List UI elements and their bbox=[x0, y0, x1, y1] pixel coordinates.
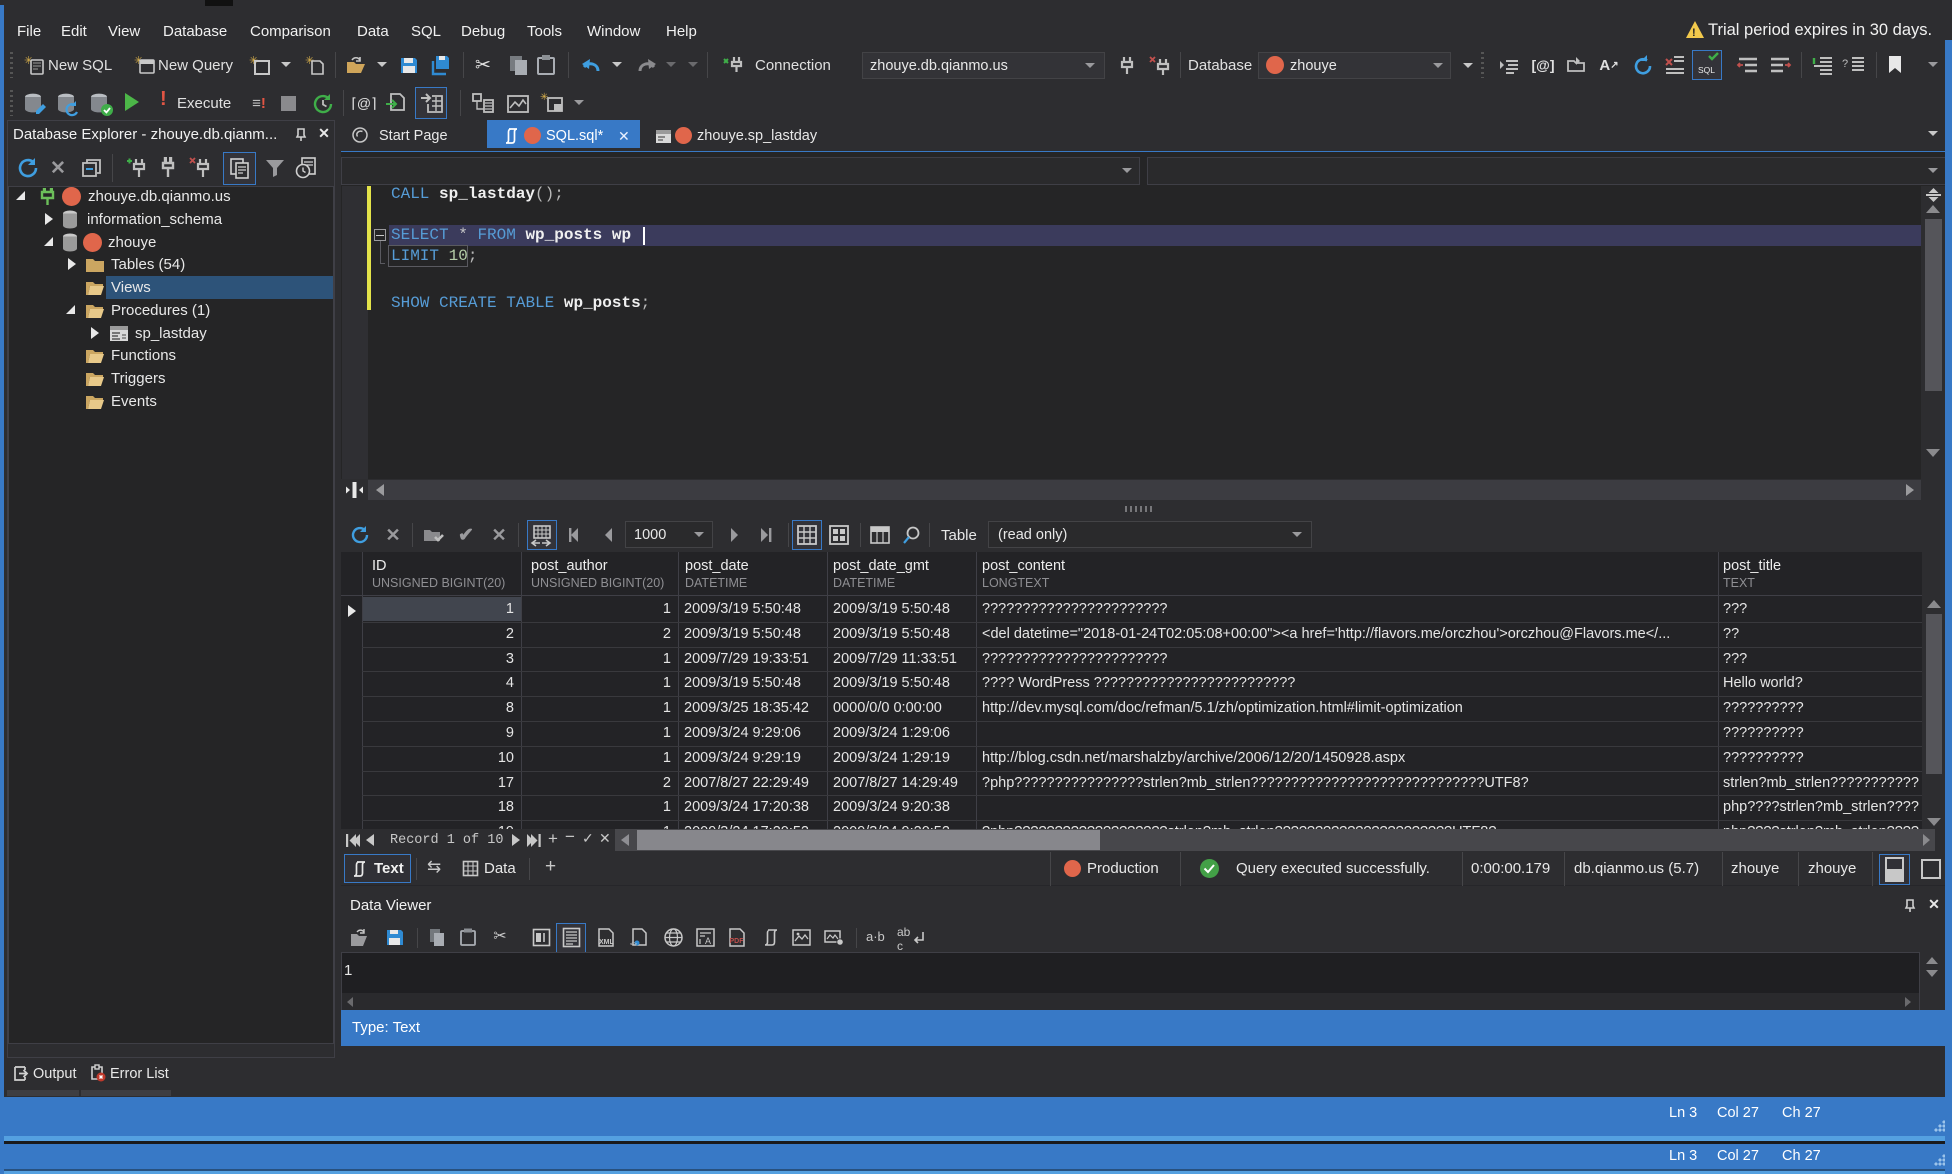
svg-text:✳: ✳ bbox=[24, 55, 33, 67]
svg-text:A: A bbox=[705, 936, 711, 946]
svg-text:SQL: SQL bbox=[1698, 65, 1715, 75]
svg-text:XML: XML bbox=[599, 939, 615, 946]
svg-text:<>: <> bbox=[630, 942, 638, 948]
svg-text:?: ? bbox=[1842, 58, 1848, 70]
svg-text:PDF: PDF bbox=[730, 938, 745, 945]
